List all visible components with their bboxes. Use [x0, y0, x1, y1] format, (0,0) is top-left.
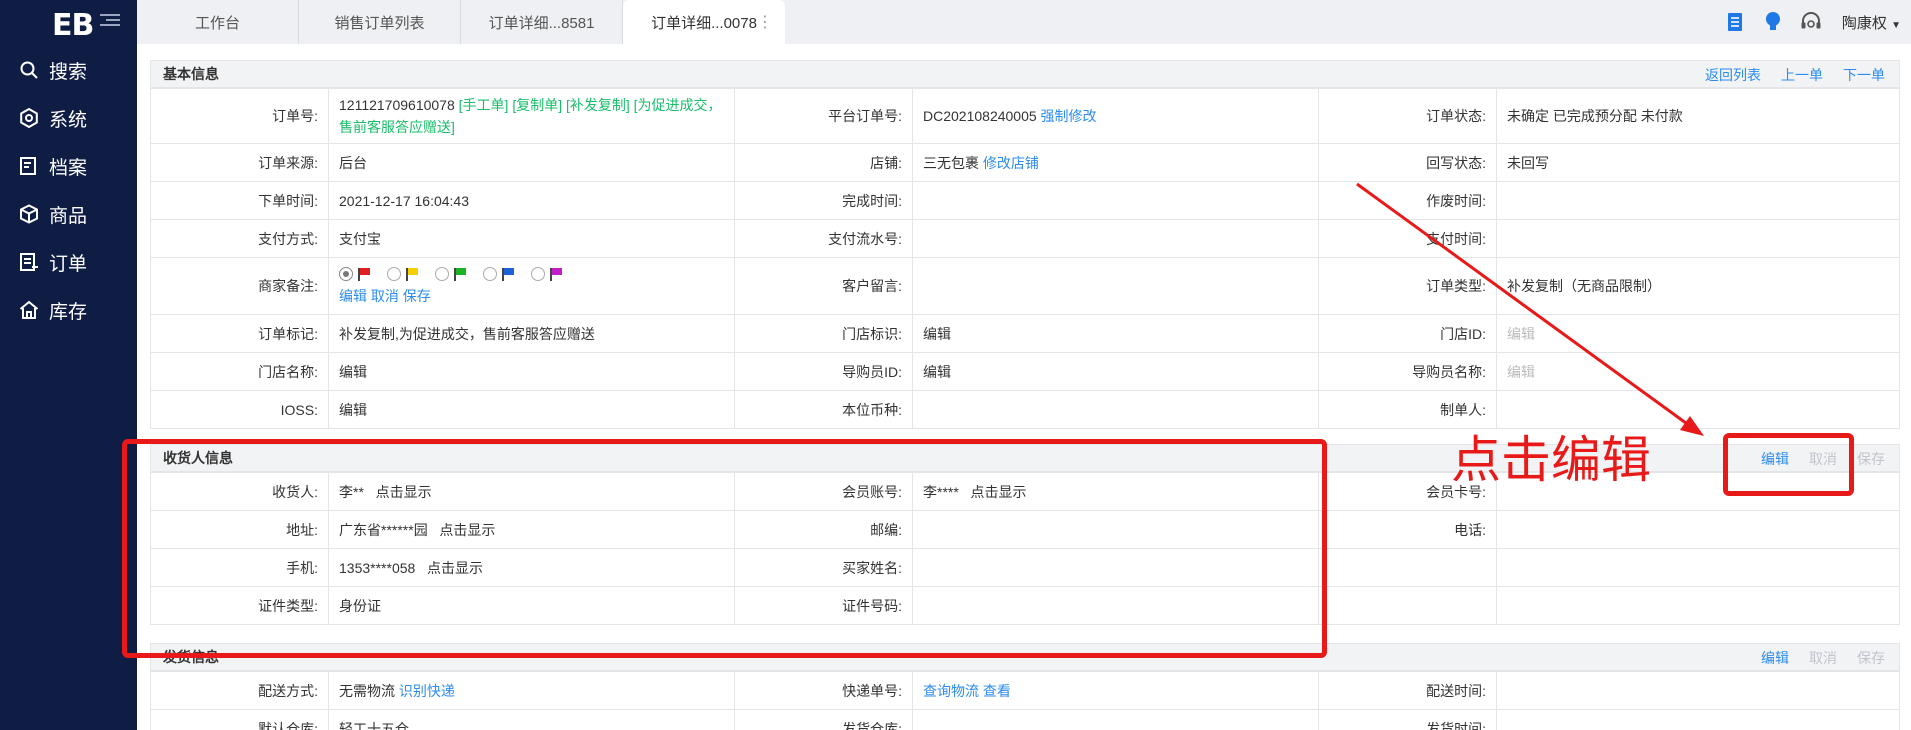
annotation-arrow-icon — [1356, 182, 1704, 436]
